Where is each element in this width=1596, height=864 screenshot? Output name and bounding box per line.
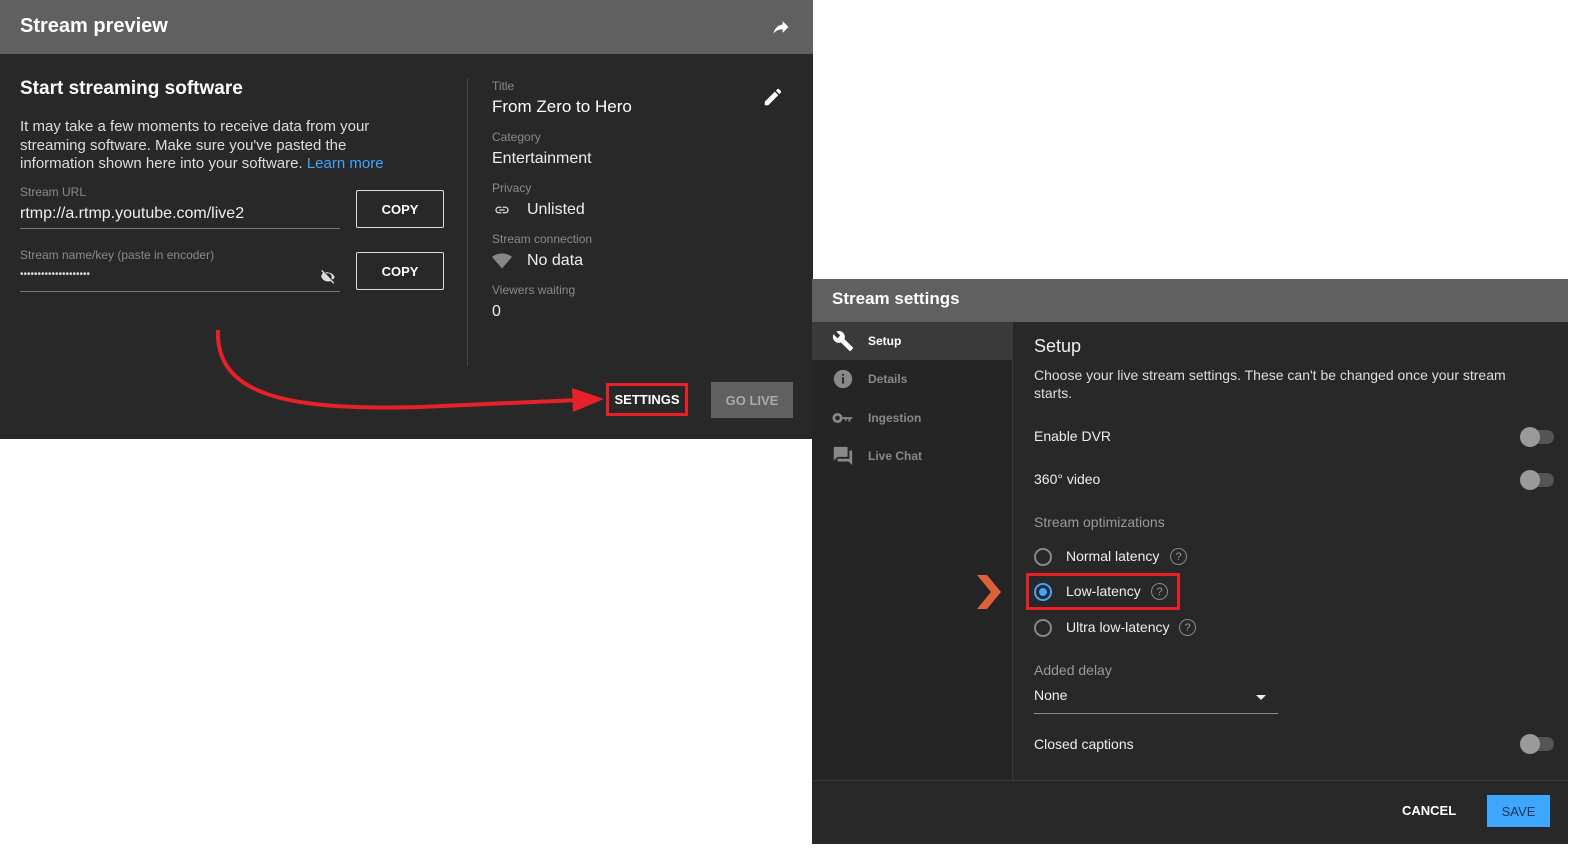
dropdown-arrow-icon xyxy=(1256,695,1266,700)
cancel-button[interactable]: CANCEL xyxy=(1402,803,1456,818)
dvr-toggle[interactable] xyxy=(1520,427,1554,447)
sidebar-item-setup[interactable]: Setup xyxy=(812,322,1013,360)
chat-icon xyxy=(833,446,853,466)
sidebar-label: Ingestion xyxy=(868,411,922,425)
normal-latency-radio[interactable] xyxy=(1034,548,1052,566)
key-icon xyxy=(832,412,853,424)
sidebar-label: Live Chat xyxy=(868,449,923,463)
info-icon xyxy=(833,369,853,389)
sidebar-item-ingestion[interactable]: Ingestion xyxy=(812,399,1013,437)
wrench-icon xyxy=(832,331,854,352)
pointer-chevron-icon xyxy=(977,575,1001,609)
closed-captions-label: Closed captions xyxy=(1034,736,1134,752)
low-latency-radio[interactable] xyxy=(1034,583,1052,601)
stream-settings-dialog: Stream settings Setup Details Ingestion … xyxy=(812,279,1568,844)
delay-value: None xyxy=(1034,687,1068,703)
sidebar-item-live-chat[interactable]: Live Chat xyxy=(812,437,1013,475)
optimizations-label: Stream optimizations xyxy=(1034,514,1165,530)
closed-captions-toggle[interactable] xyxy=(1520,734,1554,754)
setup-description: Choose your live stream settings. These … xyxy=(1034,367,1506,401)
settings-sidebar: Setup Details Ingestion Live Chat xyxy=(812,322,1013,780)
help-icon[interactable]: ? xyxy=(1179,619,1196,636)
ultra-low-latency-radio[interactable] xyxy=(1034,619,1052,637)
save-button[interactable]: SAVE xyxy=(1487,795,1550,827)
annotation-arrow xyxy=(215,329,604,412)
360-video-label: 360° video xyxy=(1034,471,1101,487)
sidebar-item-details[interactable]: Details xyxy=(812,360,1013,398)
normal-latency-label: Normal latency xyxy=(1066,548,1160,564)
ultra-low-latency-label: Ultra low-latency xyxy=(1066,619,1170,635)
360-video-toggle[interactable] xyxy=(1520,470,1554,490)
footer-divider xyxy=(812,780,1568,781)
sidebar-label: Setup xyxy=(868,334,902,348)
stream-preview-panel: Stream preview Start streaming software … xyxy=(0,0,813,439)
added-delay-select[interactable]: None xyxy=(1034,687,1278,714)
low-latency-label: Low-latency xyxy=(1066,583,1141,599)
help-icon[interactable]: ? xyxy=(1151,583,1168,600)
added-delay-label: Added delay xyxy=(1034,662,1112,678)
help-icon[interactable]: ? xyxy=(1170,548,1187,565)
settings-header: Stream settings xyxy=(812,279,1568,322)
settings-title: Stream settings xyxy=(832,289,960,308)
dvr-label: Enable DVR xyxy=(1034,428,1112,444)
setup-heading: Setup xyxy=(1034,336,1082,356)
sidebar-label: Details xyxy=(868,372,908,386)
